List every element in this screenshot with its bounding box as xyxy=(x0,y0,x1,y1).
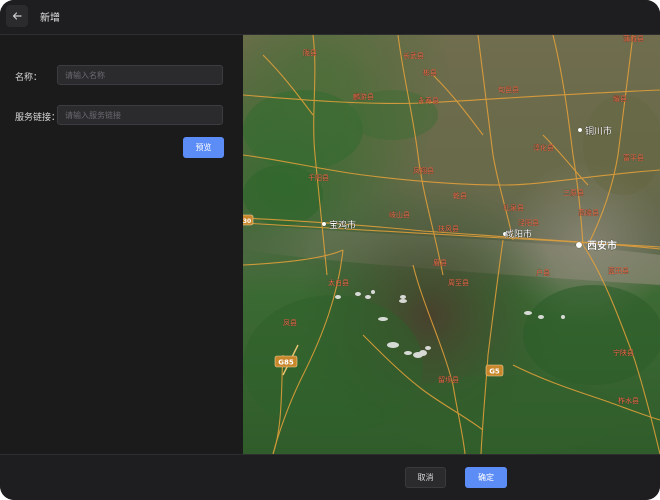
name-input[interactable] xyxy=(57,65,223,85)
map-label-xianyang: 咸阳市 xyxy=(505,228,532,240)
dialog-window: 新增 名称： 服务链接： 预览 xyxy=(0,0,660,500)
header-bar: 新增 xyxy=(0,0,660,35)
map-label-lantian: 蓝田县 xyxy=(608,266,629,275)
map-label-changwu: 长武县 xyxy=(403,51,424,60)
map-label-jingyang: 泾阳县 xyxy=(518,218,539,227)
map-label-xunyi: 旬邑县 xyxy=(498,85,519,94)
map-label-liquan: 礼泉县 xyxy=(503,203,524,212)
map-label-baoji: 宝鸡市 xyxy=(329,219,356,231)
page-title: 新增 xyxy=(40,13,60,24)
map-label-chunhua: 淳化县 xyxy=(533,143,554,152)
map-label-zhashui: 柞水县 xyxy=(618,396,639,405)
service-url-input[interactable] xyxy=(57,105,223,125)
map-label-qishan: 岐山县 xyxy=(389,210,410,219)
map-label-longxian: 陇县 xyxy=(303,48,317,57)
form-panel: 名称： 服务链接： 预览 xyxy=(0,35,243,454)
satellite-map[interactable]: G85 G5 30 陇县 长武县 彬县 旬邑县 耀县 蒲城县 麟游县 永寿县 淳… xyxy=(243,35,660,454)
service-url-label: 服务链接： xyxy=(15,113,61,123)
cancel-button[interactable]: 取消 xyxy=(405,467,446,488)
confirm-button[interactable]: 确定 xyxy=(465,467,507,488)
map-label-fengxian: 凤县 xyxy=(283,319,297,327)
map-label-huxian: 户县 xyxy=(536,268,550,277)
map-label-meixian: 眉县 xyxy=(433,259,447,267)
map-label-taibai: 太白县 xyxy=(328,278,349,287)
map-label-liuba: 留坝县 xyxy=(438,375,459,384)
footer-bar: 取消 确定 xyxy=(0,454,660,500)
map-label-qianyang: 千阳县 xyxy=(308,173,329,182)
map-preview[interactable]: G85 G5 30 陇县 长武县 彬县 旬邑县 耀县 蒲城县 麟游县 永寿县 淳… xyxy=(243,35,660,454)
name-label: 名称： xyxy=(15,73,43,83)
map-label-gaoling: 高陵县 xyxy=(578,208,599,217)
map-label-tongchuan: 铜川市 xyxy=(585,125,612,137)
map-label-sanyuan: 三原县 xyxy=(563,189,584,197)
preview-button[interactable]: 预览 xyxy=(183,137,224,158)
map-label-fengxiang: 凤翔县 xyxy=(413,166,434,175)
highway-label-30: 30 xyxy=(243,218,251,225)
map-label-linyou: 麟游县 xyxy=(353,92,374,101)
highway-label-g85: G85 xyxy=(278,359,294,367)
map-label-fufeng: 扶风县 xyxy=(438,224,459,233)
back-button[interactable] xyxy=(6,5,28,27)
map-label-fuping: 富平县 xyxy=(623,153,644,162)
map-label-yongshou: 永寿县 xyxy=(418,96,439,105)
arrow-left-icon xyxy=(12,12,22,20)
map-label-ningshan: 宁陕县 xyxy=(613,348,634,357)
map-label-zhouzhi: 周至县 xyxy=(448,279,469,287)
highway-label-g5: G5 xyxy=(489,368,500,376)
map-label-qianxian: 乾县 xyxy=(453,191,467,200)
map-label-xian: 西安市 xyxy=(587,239,617,252)
map-label-yaoxian: 耀县 xyxy=(613,94,627,103)
map-label-pucheng: 蒲城县 xyxy=(623,35,644,43)
map-label-binxian: 彬县 xyxy=(423,68,437,77)
